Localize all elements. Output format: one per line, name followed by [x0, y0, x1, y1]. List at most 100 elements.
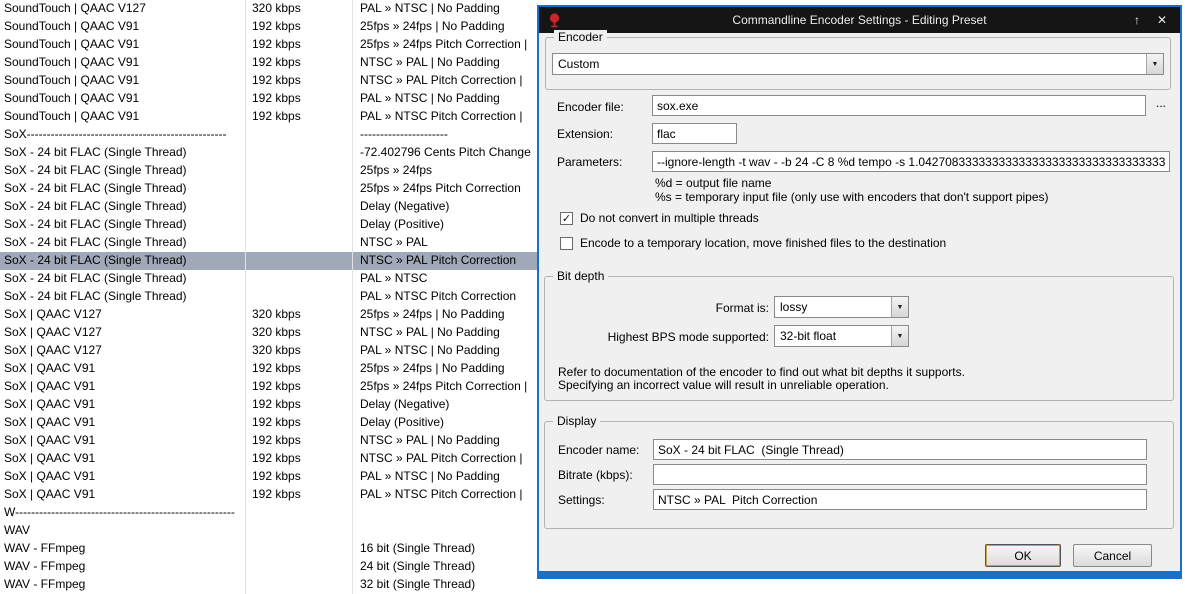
extension-input[interactable]	[652, 123, 737, 144]
list-row[interactable]: WAV - FFmpeg 16 bit (Single Thread)	[0, 540, 538, 558]
list-row[interactable]: SoX | QAAC V91 192 kbps NTSC » PAL | No …	[0, 432, 538, 450]
close-icon[interactable]: ✕	[1157, 13, 1167, 27]
list-row[interactable]: WAV	[0, 522, 538, 540]
display-group-label: Display	[553, 414, 601, 428]
list-row[interactable]: SoX - 24 bit FLAC (Single Thread) NTSC »…	[0, 234, 538, 252]
highest-bps-select[interactable]: 32-bit float ▼	[774, 325, 909, 347]
cell-name: SoX - 24 bit FLAC (Single Thread)	[0, 198, 246, 216]
list-row[interactable]: SoundTouch | QAAC V127 320 kbps PAL » NT…	[0, 0, 538, 18]
list-row[interactable]: WAV - FFmpeg 24 bit (Single Thread)	[0, 558, 538, 576]
format-select-value: lossy	[780, 300, 808, 314]
extension-label: Extension:	[557, 127, 614, 141]
list-row[interactable]: SoX - 24 bit FLAC (Single Thread) 25fps …	[0, 162, 538, 180]
list-row[interactable]: SoX | QAAC V91 192 kbps PAL » NTSC Pitch…	[0, 486, 538, 504]
browse-button[interactable]: ...	[1150, 94, 1172, 112]
cell-settings: PAL » NTSC | No Padding	[360, 469, 500, 483]
encoder-name-label: Encoder name:	[558, 443, 640, 457]
list-row[interactable]: SoX | QAAC V91 192 kbps NTSC » PAL Pitch…	[0, 450, 538, 468]
list-row[interactable]: SoX - 24 bit FLAC (Single Thread) NTSC »…	[0, 252, 538, 270]
cell-name: SoX - 24 bit FLAC (Single Thread)	[0, 162, 246, 180]
list-row[interactable]: SoundTouch | QAAC V91 192 kbps PAL » NTS…	[0, 90, 538, 108]
cell-settings: Delay (Positive)	[360, 415, 445, 429]
cell-bitrate: 320 kbps	[246, 306, 353, 324]
cell-name: SoundTouch | QAAC V91	[0, 72, 246, 90]
multithread-checkbox[interactable]: ✓	[560, 211, 573, 225]
cell-name: SoundTouch | QAAC V91	[0, 36, 246, 54]
list-row[interactable]: WAV - FFmpeg 32 bit (Single Thread)	[0, 576, 538, 594]
list-row[interactable]: SoX | QAAC V127 320 kbps 25fps » 24fps |…	[0, 306, 538, 324]
list-row[interactable]: SoX - 24 bit FLAC (Single Thread) PAL » …	[0, 288, 538, 306]
chevron-down-icon[interactable]: ▼	[1146, 54, 1163, 74]
encoder-group: Encoder Custom ▼	[545, 30, 1171, 90]
list-row[interactable]: SoundTouch | QAAC V91 192 kbps NTSC » PA…	[0, 54, 538, 72]
bitrate-kbps-input[interactable]	[653, 464, 1147, 485]
temp-location-checkbox-row: Encode to a temporary location, move fin…	[560, 236, 946, 250]
cell-bitrate: 192 kbps	[246, 486, 353, 504]
cell-name: SoX | QAAC V91	[0, 486, 246, 504]
format-select[interactable]: lossy ▼	[774, 296, 909, 318]
encoder-name-input[interactable]	[653, 439, 1147, 460]
highest-bps-label: Highest BPS mode supported:	[607, 330, 769, 344]
cell-settings: -72.402796 Cents Pitch Change	[360, 145, 531, 159]
cell-bitrate: 192 kbps	[246, 396, 353, 414]
cell-bitrate: 192 kbps	[246, 72, 353, 90]
list-row[interactable]: SoundTouch | QAAC V91 192 kbps NTSC » PA…	[0, 72, 538, 90]
cell-bitrate: 192 kbps	[246, 90, 353, 108]
cell-settings: 24 bit (Single Thread)	[360, 559, 476, 573]
cell-name: SoundTouch | QAAC V91	[0, 18, 246, 36]
chevron-down-icon[interactable]: ▼	[891, 326, 908, 346]
cell-settings: 25fps » 24fps | No Padding	[360, 19, 505, 33]
encoder-select[interactable]: Custom ▼	[552, 53, 1164, 75]
cell-bitrate: 320 kbps	[246, 0, 353, 18]
cell-bitrate	[246, 180, 353, 198]
chevron-down-icon[interactable]: ▼	[891, 297, 908, 317]
list-row[interactable]: W---------------------------------------…	[0, 504, 538, 522]
cell-name: SoundTouch | QAAC V91	[0, 108, 246, 126]
cell-settings: NTSC » PAL	[360, 235, 428, 249]
list-row[interactable]: SoX-------------------------------------…	[0, 126, 538, 144]
cell-name: SoX | QAAC V91	[0, 468, 246, 486]
cell-name: WAV - FFmpeg	[0, 576, 246, 594]
cancel-button[interactable]: Cancel	[1073, 544, 1152, 567]
list-row[interactable]: SoX - 24 bit FLAC (Single Thread) Delay …	[0, 216, 538, 234]
list-row[interactable]: SoX | QAAC V91 192 kbps 25fps » 24fps Pi…	[0, 378, 538, 396]
cell-name: WAV - FFmpeg	[0, 558, 246, 576]
ok-button[interactable]: OK	[985, 544, 1061, 567]
cell-name: SoX | QAAC V91	[0, 396, 246, 414]
list-row[interactable]: SoX | QAAC V91 192 kbps Delay (Negative)	[0, 396, 538, 414]
cell-bitrate: 192 kbps	[246, 36, 353, 54]
cell-bitrate: 192 kbps	[246, 378, 353, 396]
list-row[interactable]: SoundTouch | QAAC V91 192 kbps 25fps » 2…	[0, 18, 538, 36]
cell-settings	[353, 522, 538, 540]
temp-location-checkbox[interactable]	[560, 236, 573, 250]
list-row[interactable]: SoX - 24 bit FLAC (Single Thread) PAL » …	[0, 270, 538, 288]
settings-input[interactable]	[653, 489, 1147, 510]
parameters-input[interactable]	[652, 151, 1170, 172]
list-row[interactable]: SoX | QAAC V91 192 kbps 25fps » 24fps | …	[0, 360, 538, 378]
list-row[interactable]: SoundTouch | QAAC V91 192 kbps PAL » NTS…	[0, 108, 538, 126]
list-row[interactable]: SoX - 24 bit FLAC (Single Thread) -72.40…	[0, 144, 538, 162]
cell-settings: NTSC » PAL | No Padding	[360, 325, 500, 339]
cell-bitrate	[246, 144, 353, 162]
encoder-file-input[interactable]	[652, 95, 1146, 116]
cell-name: SoX | QAAC V127	[0, 342, 246, 360]
list-row[interactable]: SoX | QAAC V91 192 kbps Delay (Positive)	[0, 414, 538, 432]
cell-settings: 25fps » 24fps | No Padding	[360, 361, 505, 375]
list-row[interactable]: SoundTouch | QAAC V91 192 kbps 25fps » 2…	[0, 36, 538, 54]
list-row[interactable]: SoX | QAAC V127 320 kbps NTSC » PAL | No…	[0, 324, 538, 342]
list-row[interactable]: SoX - 24 bit FLAC (Single Thread) Delay …	[0, 198, 538, 216]
cell-settings: NTSC » PAL Pitch Correction	[360, 253, 517, 267]
list-row[interactable]: SoX | QAAC V91 192 kbps PAL » NTSC | No …	[0, 468, 538, 486]
cell-bitrate	[246, 270, 353, 288]
cell-settings: PAL » NTSC Pitch Correction |	[360, 109, 523, 123]
cell-settings: PAL » NTSC | No Padding	[360, 343, 500, 357]
cell-bitrate: 192 kbps	[246, 468, 353, 486]
cell-bitrate: 192 kbps	[246, 54, 353, 72]
rollup-icon[interactable]: ↑	[1134, 13, 1140, 27]
list-row[interactable]: SoX - 24 bit FLAC (Single Thread) 25fps …	[0, 180, 538, 198]
list-row[interactable]: SoX | QAAC V127 320 kbps PAL » NTSC | No…	[0, 342, 538, 360]
cell-settings: 16 bit (Single Thread)	[360, 541, 476, 555]
title-bar[interactable]: Commandline Encoder Settings - Editing P…	[539, 7, 1180, 33]
cell-settings: 25fps » 24fps Pitch Correction	[360, 181, 521, 195]
bit-depth-note-line2: Specifying an incorrect value will resul…	[558, 378, 889, 392]
